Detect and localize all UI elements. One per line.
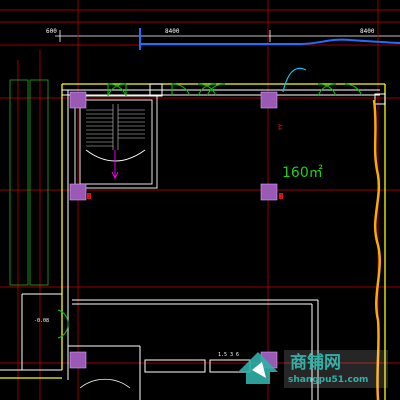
bottom-arc xyxy=(79,378,131,389)
left-ladder xyxy=(9,79,49,286)
room-area-label: 160㎡ xyxy=(282,165,323,181)
dimension-left: 600 xyxy=(46,28,57,35)
grid-axis-lines xyxy=(0,0,400,400)
bottom-center-label: 1.5 3 6 xyxy=(218,352,239,358)
stairwell xyxy=(74,95,158,189)
watermark-url: shangpu51.com xyxy=(288,375,368,385)
floor-plan-drawing: 600 8400 8400 A4 160㎡ -0.08 1.5 3 6 商铺网 … xyxy=(0,0,400,400)
arched-door xyxy=(282,67,307,93)
door-level-label: -0.08 xyxy=(34,318,49,324)
dimension-right: 8400 xyxy=(360,28,375,35)
columns xyxy=(69,91,278,369)
watermark-chinese: 商铺网 xyxy=(290,352,341,373)
red-markers xyxy=(87,193,283,199)
dimension-middle: 8400 xyxy=(165,28,180,35)
watermark-logo: 商铺网 shangpu51.com xyxy=(238,350,388,388)
side-dimension-label: A4 xyxy=(276,124,282,130)
